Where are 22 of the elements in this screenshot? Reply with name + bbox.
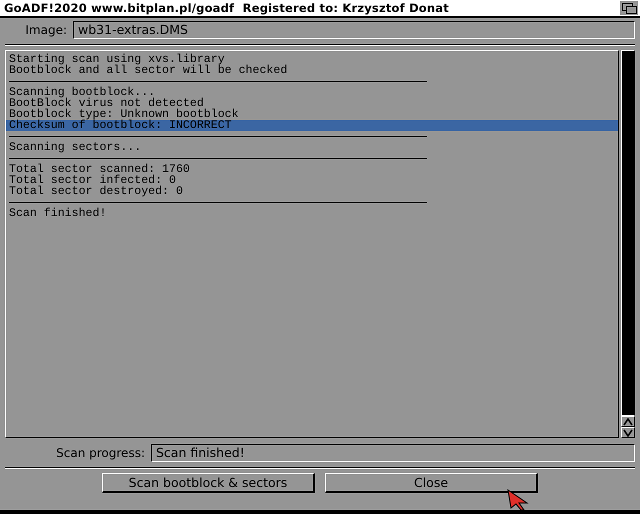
log-line[interactable]: Total sector scanned: 1760 [6, 164, 618, 175]
log-line[interactable]: Starting scan using xvs.library [6, 54, 618, 65]
progress-field: Scan finished! [151, 444, 635, 462]
log-line[interactable]: Bootblock and all sector will be checked [6, 65, 618, 76]
scroll-down-button[interactable] [621, 427, 635, 438]
log-line[interactable]: Scan finished! [6, 208, 618, 219]
log-line[interactable]: Total sector destroyed: 0 [6, 186, 618, 197]
image-field[interactable]: wb31-extras.DMS [73, 21, 635, 39]
window-title: GoADF!2020 www.bitplan.pl/goadf Registered to: Krzysztof Donat [4, 1, 449, 15]
log-line[interactable]: Total sector infected: 0 [6, 175, 618, 186]
image-label: Image: [24, 23, 68, 37]
log-line[interactable]: Bootblock type: Unknown bootblock [6, 109, 618, 120]
scroll-up-button[interactable] [621, 416, 635, 427]
dialog-button[interactable]: Scan bootblock & sectors [102, 473, 315, 493]
scrollbar-track[interactable] [621, 50, 635, 416]
dialog-button[interactable]: Close [325, 473, 538, 493]
log-line[interactable]: Scanning bootblock... [6, 87, 618, 98]
mouse-pointer-icon [507, 489, 529, 510]
progress-label: Scan progress: [55, 446, 146, 460]
log-line[interactable]: Scanning sectors... [6, 142, 618, 153]
depth-gadget-icon[interactable] [620, 1, 638, 15]
log-line[interactable]: BootBlock virus not detected [6, 98, 618, 109]
